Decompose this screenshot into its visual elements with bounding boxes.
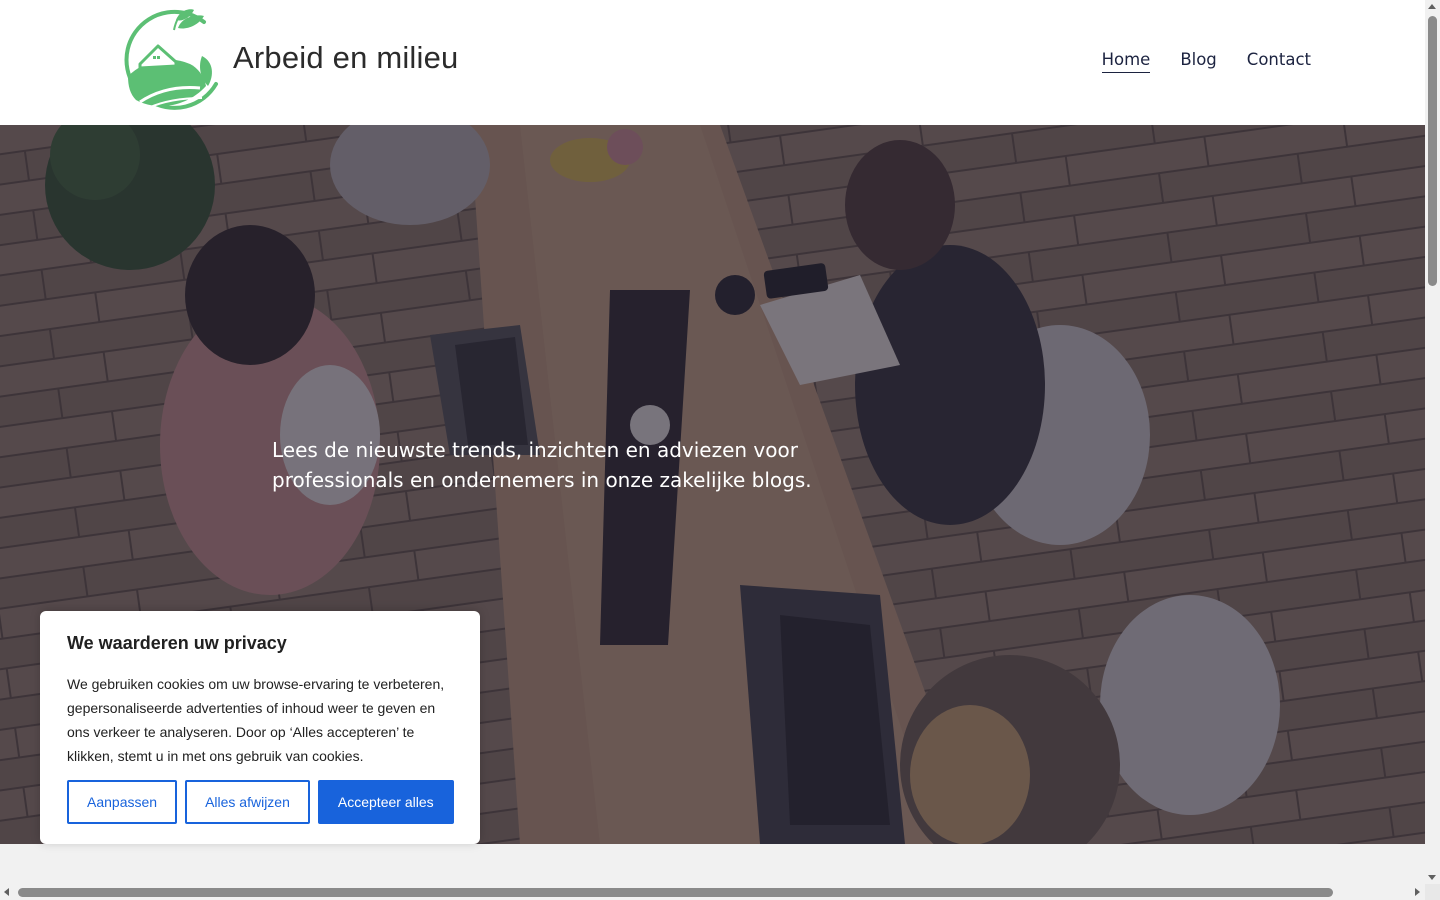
scroll-left-arrow-icon[interactable]	[4, 888, 9, 896]
nav-item-home[interactable]: Home	[1101, 50, 1151, 73]
customize-button[interactable]: Aanpassen	[67, 780, 178, 824]
hero-tagline: Lees de nieuwste trends, inzichten en ad…	[272, 438, 812, 492]
leaf-house-logo-icon	[124, 9, 218, 110]
cookie-description: We gebruiken cookies om uw browse-ervari…	[67, 676, 445, 764]
scroll-right-arrow-icon[interactable]	[1415, 888, 1420, 896]
cookie-title: We waarderen uw privacy	[67, 633, 287, 653]
main-nav: Home Blog Contact	[1101, 50, 1311, 73]
vertical-scroll-thumb[interactable]	[1428, 16, 1437, 286]
nav-item-contact[interactable]: Contact	[1247, 50, 1311, 73]
horizontal-scrollbar[interactable]	[0, 884, 1425, 900]
site-title[interactable]: Arbeid en milieu	[233, 40, 458, 76]
cookie-button-group: Aanpassen Alles afwijzen Accepteer alles	[67, 780, 454, 824]
cookie-consent-banner: We waarderen uw privacy We gebruiken coo…	[40, 611, 480, 844]
nav-item-blog[interactable]: Blog	[1180, 50, 1216, 73]
scroll-up-arrow-icon[interactable]	[1428, 4, 1436, 9]
site-header: Arbeid en milieu Home Blog Contact	[0, 0, 1425, 125]
scroll-down-arrow-icon[interactable]	[1428, 875, 1436, 880]
accept-all-button[interactable]: Accepteer alles	[317, 780, 454, 824]
vertical-scrollbar[interactable]	[1425, 0, 1440, 884]
reject-all-button[interactable]: Alles afwijzen	[185, 780, 310, 824]
scrollbar-corner	[1425, 884, 1440, 900]
content-area	[0, 844, 1425, 884]
horizontal-scroll-thumb[interactable]	[18, 888, 1333, 897]
